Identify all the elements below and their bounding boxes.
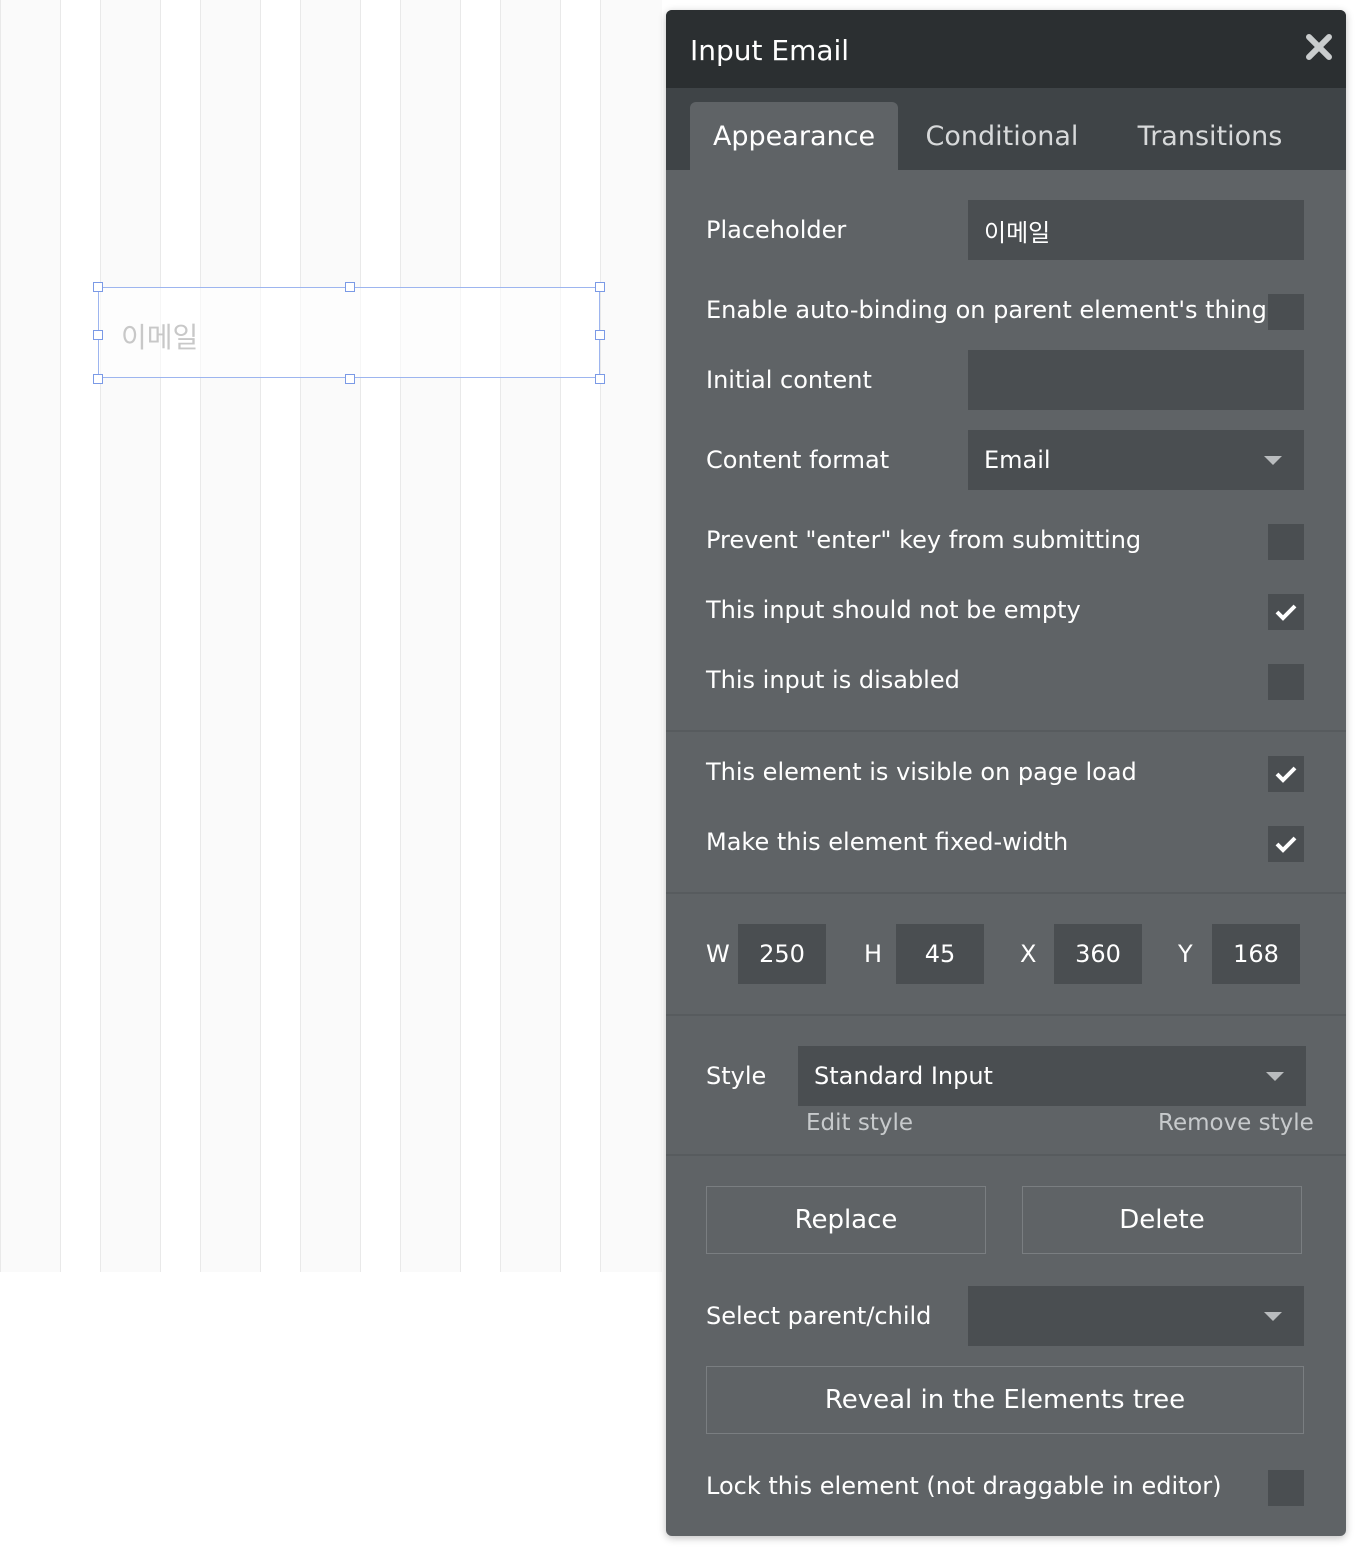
width-input[interactable]: 250: [738, 924, 826, 984]
resize-handle-left[interactable]: [93, 330, 103, 340]
height-label: H: [864, 940, 883, 968]
visible-on-load-label: This element is visible on page load: [706, 758, 1137, 786]
close-icon[interactable]: [1304, 32, 1334, 62]
resize-handle-bottom-right[interactable]: [595, 374, 605, 384]
style-label: Style: [706, 1062, 767, 1090]
panel-title: Input Email: [690, 34, 850, 67]
height-input[interactable]: 45: [896, 924, 984, 984]
grid-line: [300, 0, 301, 1272]
resize-handle-right[interactable]: [595, 330, 605, 340]
select-parent-dropdown[interactable]: [968, 1286, 1304, 1346]
canvas-column: [160, 0, 200, 1272]
tab-transitions[interactable]: Transitions: [1112, 102, 1308, 170]
grid-line: [400, 0, 401, 1272]
canvas-column: [60, 0, 100, 1272]
style-value: Standard Input: [814, 1062, 993, 1090]
property-editor-panel: Input Email Appearance Conditional Trans…: [666, 10, 1346, 1536]
style-dropdown[interactable]: Standard Input: [798, 1046, 1306, 1106]
visible-on-load-checkbox[interactable]: [1268, 756, 1304, 792]
resize-handle-top-left[interactable]: [93, 282, 103, 292]
selected-email-input[interactable]: 이메일: [98, 287, 600, 378]
editor-canvas[interactable]: 이메일: [0, 0, 662, 1272]
checkmark-icon: [1275, 836, 1297, 853]
grid-line: [100, 0, 101, 1272]
section-divider: [666, 730, 1346, 732]
auto-binding-checkbox[interactable]: [1268, 294, 1304, 330]
tab-bar: Appearance Conditional Transitions: [666, 88, 1346, 170]
checkmark-icon: [1275, 604, 1297, 621]
resize-handle-top[interactable]: [345, 282, 355, 292]
edit-style-link[interactable]: Edit style: [806, 1110, 913, 1136]
canvas-column: [560, 0, 600, 1272]
grid-line: [260, 0, 261, 1272]
not-empty-checkbox[interactable]: [1268, 594, 1304, 630]
not-empty-label: This input should not be empty: [706, 596, 1081, 624]
prevent-enter-label: Prevent "enter" key from submitting: [706, 526, 1142, 554]
resize-handle-top-right[interactable]: [595, 282, 605, 292]
grid-line: [460, 0, 461, 1272]
fixed-width-label: Make this element fixed-width: [706, 828, 1069, 856]
disabled-label: This input is disabled: [706, 666, 960, 694]
lock-element-checkbox[interactable]: [1268, 1470, 1304, 1506]
grid-line: [500, 0, 501, 1272]
grid-line: [360, 0, 361, 1272]
panel-header: Input Email: [666, 10, 1346, 88]
input-placeholder-text: 이메일: [121, 321, 199, 354]
y-label: Y: [1178, 940, 1193, 968]
delete-button[interactable]: Delete: [1022, 1186, 1302, 1254]
replace-button[interactable]: Replace: [706, 1186, 986, 1254]
section-divider: [666, 1014, 1346, 1016]
grid-line: [0, 0, 1, 1272]
canvas-column: [460, 0, 500, 1272]
x-input[interactable]: 360: [1054, 924, 1142, 984]
fixed-width-checkbox[interactable]: [1268, 826, 1304, 862]
y-input[interactable]: 168: [1212, 924, 1300, 984]
placeholder-input[interactable]: 이메일: [968, 200, 1304, 260]
width-label: W: [706, 940, 730, 968]
checkmark-icon: [1275, 766, 1297, 783]
canvas-column: [260, 0, 300, 1272]
disabled-checkbox[interactable]: [1268, 664, 1304, 700]
placeholder-label: Placeholder: [706, 216, 847, 244]
initial-content-label: Initial content: [706, 366, 872, 394]
select-parent-label: Select parent/child: [706, 1302, 932, 1330]
prevent-enter-checkbox[interactable]: [1268, 524, 1304, 560]
chevron-down-icon: [1264, 1312, 1282, 1321]
grid-line: [600, 0, 601, 1272]
canvas-column: [360, 0, 400, 1272]
reveal-in-tree-button[interactable]: Reveal in the Elements tree: [706, 1366, 1304, 1434]
remove-style-link[interactable]: Remove style: [1158, 1110, 1314, 1136]
lock-element-label: Lock this element (not draggable in edit…: [706, 1472, 1222, 1500]
resize-handle-bottom-left[interactable]: [93, 374, 103, 384]
chevron-down-icon: [1266, 1072, 1284, 1081]
grid-line: [160, 0, 161, 1272]
section-divider: [666, 892, 1346, 894]
resize-handle-bottom[interactable]: [345, 374, 355, 384]
grid-line: [60, 0, 61, 1272]
content-format-dropdown[interactable]: Email: [968, 430, 1304, 490]
content-format-label: Content format: [706, 446, 890, 474]
auto-binding-label: Enable auto-binding on parent element's …: [706, 296, 1267, 324]
content-format-value: Email: [984, 446, 1051, 474]
initial-content-input[interactable]: [968, 350, 1304, 410]
grid-line: [560, 0, 561, 1272]
x-label: X: [1020, 940, 1037, 968]
tab-conditional[interactable]: Conditional: [902, 102, 1102, 170]
section-divider: [666, 1154, 1346, 1156]
tab-appearance[interactable]: Appearance: [690, 102, 898, 170]
grid-line: [200, 0, 201, 1272]
chevron-down-icon: [1264, 456, 1282, 465]
